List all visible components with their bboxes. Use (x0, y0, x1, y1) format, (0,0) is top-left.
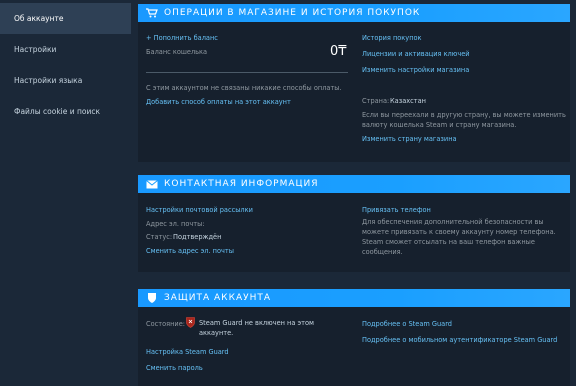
guard-status-line1: Steam Guard не включен на этом (199, 319, 314, 327)
store-section-title: ОПЕРАЦИИ В МАГАЗИНЕ И ИСТОРИЯ ПОКУПОК (164, 8, 421, 18)
country-label: Страна: (362, 97, 390, 105)
security-section-title: ЗАЩИТА АККАУНТА (164, 293, 272, 303)
store-section-header: ОПЕРАЦИИ В МАГАЗИНЕ И ИСТОРИЯ ПОКУПОК (138, 4, 570, 22)
email-status-label: Статус: (146, 233, 173, 241)
sidebar-item-preferences[interactable]: Настройки (0, 34, 131, 65)
steam-guard-off-icon (186, 317, 195, 328)
phone-description-line3: Steam сможет отсылать на ваш телефон важ… (362, 238, 535, 246)
store-section: ОПЕРАЦИИ В МАГАЗИНЕ И ИСТОРИЯ ПОКУПОК + … (138, 4, 570, 162)
sidebar-item-cookies[interactable]: Файлы cookie и поиск (0, 96, 131, 127)
more-steam-guard-link[interactable]: Подробнее о Steam Guard (362, 320, 452, 328)
email-label: Адрес эл. почты: (146, 220, 205, 228)
balance-label: Баланс кошелька (146, 48, 208, 56)
shield-icon (145, 292, 159, 304)
contact-section: КОНТАКТНАЯ ИНФОРМАЦИЯ Настройки почтовой… (138, 175, 570, 272)
change-country-link[interactable]: Изменить страну магазина (362, 135, 457, 143)
change-password-link[interactable]: Сменить пароль (146, 364, 203, 372)
licenses-link[interactable]: Лицензии и активация ключей (362, 50, 470, 58)
sidebar-item-language[interactable]: Настройки языка (0, 65, 131, 96)
cart-icon (145, 7, 159, 19)
phone-description-line1: Для обеспечения дополнительной безопасно… (362, 218, 544, 226)
contact-section-title: КОНТАКТНАЯ ИНФОРМАЦИЯ (164, 179, 319, 189)
account-sidebar: Об аккаунте Настройки Настройки языка Фа… (0, 0, 131, 386)
add-payment-link[interactable]: Добавить способ оплаты на этот аккаунт (146, 98, 291, 106)
email-preferences-link[interactable]: Настройки почтовой рассылки (146, 206, 253, 214)
purchase-history-link[interactable]: История покупок (362, 34, 422, 42)
security-section: ЗАЩИТА АККАУНТА Состояние: Steam Guard н… (138, 289, 570, 386)
divider (146, 72, 348, 73)
store-preferences-link[interactable]: Изменить настройки магазина (362, 66, 469, 74)
change-email-link[interactable]: Сменить адрес эл. почты (146, 247, 234, 255)
security-section-header: ЗАЩИТА АККАУНТА (138, 289, 570, 307)
steam-guard-settings-link[interactable]: Настройка Steam Guard (146, 348, 229, 356)
guard-status-line2: аккаунте. (199, 329, 234, 337)
country-description-line1: Если вы переехали в другую страну, вы мо… (362, 111, 566, 119)
guard-status-label: Состояние: (146, 320, 185, 328)
add-funds-link[interactable]: + Пополнить баланс (146, 34, 218, 42)
email-status-value: Подтверждён (173, 233, 222, 241)
sidebar-item-account[interactable]: Об аккаунте (0, 3, 131, 34)
contact-section-header: КОНТАКТНАЯ ИНФОРМАЦИЯ (138, 175, 570, 193)
no-payment-text: С этим аккаунтом не связаны никакие спос… (146, 84, 342, 92)
balance-value: 0₸ (330, 44, 347, 59)
envelope-icon (145, 178, 159, 190)
account-main: ОПЕРАЦИИ В МАГАЗИНЕ И ИСТОРИЯ ПОКУПОК + … (138, 0, 570, 386)
phone-description-line4: сообщения. (362, 248, 403, 256)
country-value: Казахстан (390, 97, 426, 105)
more-mobile-authenticator-link[interactable]: Подробнее о мобильном аутентификаторе St… (362, 336, 557, 344)
add-phone-link[interactable]: Привязать телефон (362, 206, 431, 214)
phone-description-line2: можете привязать к своему аккаунту номер… (362, 228, 556, 236)
country-description-line2: валюту кошелька Steam и страну магазина. (362, 121, 517, 129)
